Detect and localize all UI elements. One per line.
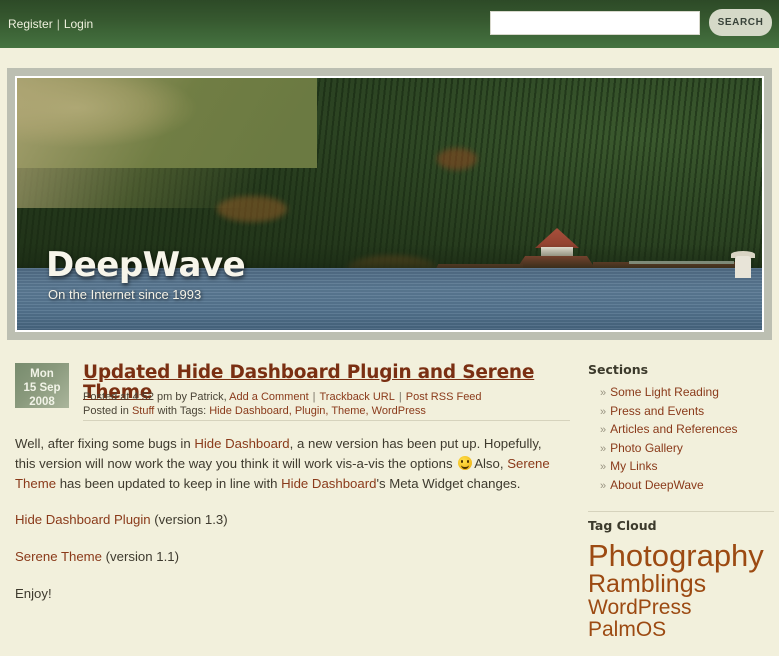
para-text: Well, after fixing some bugs in	[15, 436, 195, 451]
serene-theme-download-link[interactable]: Serene Theme	[15, 549, 102, 564]
meta-divider: |	[312, 391, 316, 403]
search-form: SEARCH	[490, 9, 772, 36]
search-button[interactable]: SEARCH	[709, 9, 772, 36]
post-date-badge: Mon 15 Sep 2008	[15, 363, 69, 408]
post-body: Well, after fixing some bugs in Hide Das…	[15, 434, 563, 621]
post-meta-line-1: Posted at 4:52 pm by Patrick, Add a Comm…	[83, 391, 482, 403]
hide-dashboard-link[interactable]: Hide Dashboard	[194, 436, 289, 451]
sections-list: » Some Light Reading » Press and Events » A…	[588, 384, 774, 495]
list-item[interactable]: » Some Light Reading	[600, 384, 774, 403]
auth-separator: |	[56, 17, 60, 31]
closing-line: Enjoy!	[15, 586, 52, 601]
post-time-author: Posted at 4:52 pm by Patrick,	[83, 391, 227, 403]
sidebar-item-press-and-events[interactable]: Press and Events	[610, 404, 704, 418]
autumn-foliage-patch	[217, 196, 287, 222]
hide-dashboard-link-2[interactable]: Hide Dashboard	[281, 476, 376, 491]
tag-wordpress[interactable]: WordPress	[588, 596, 691, 619]
meadow-blend	[17, 78, 347, 208]
login-link[interactable]: Login	[64, 17, 93, 31]
sidebar-item-some-light-reading[interactable]: Some Light Reading	[610, 385, 719, 399]
sidebar-item-photo-gallery[interactable]: Photo Gallery	[610, 441, 683, 455]
post-tags-links[interactable]: Hide Dashboard, Plugin, Theme, WordPress	[209, 405, 426, 417]
tag-cloud-widget: Tag Cloud Photography Ramblings WordPres…	[588, 511, 774, 640]
with-tags-label: with Tags:	[157, 405, 207, 417]
download-line-theme: Serene Theme (version 1.1)	[15, 547, 563, 567]
chevron-right-icon: »	[600, 442, 607, 455]
post-meta-divider	[83, 420, 570, 421]
tag-photography[interactable]: Photography	[588, 538, 764, 573]
chevron-right-icon: »	[600, 479, 607, 492]
theme-version: (version 1.1)	[102, 549, 179, 564]
para-text: Also,	[474, 456, 508, 471]
para-text: 's Meta Widget changes.	[376, 476, 521, 491]
meta-divider: |	[398, 391, 402, 403]
tag-cloud-row: Ramblings	[588, 570, 774, 598]
sections-widget-title: Sections	[588, 362, 649, 377]
tag-cloud-divider	[588, 511, 774, 512]
post-header: Mon 15 Sep 2008 Updated Hide Dashboard P…	[8, 348, 570, 421]
site-header-bar: Register | Login SEARCH	[0, 0, 779, 48]
para-text: has been updated to keep in line with	[56, 476, 282, 491]
post-rss-feed-link[interactable]: Post RSS Feed	[406, 391, 482, 403]
trackback-url-link[interactable]: Trackback URL	[319, 391, 394, 403]
list-item[interactable]: » Articles and References	[600, 421, 774, 440]
pier	[629, 261, 734, 264]
list-item[interactable]: » My Links	[600, 458, 774, 477]
sidebar-item-my-links[interactable]: My Links	[610, 459, 657, 473]
post-meta-line-2: Posted in Stuff with Tags: Hide Dashboar…	[83, 405, 426, 417]
post-date-daymonth: 15 Sep	[23, 382, 61, 394]
search-input[interactable]	[490, 10, 700, 35]
post-category-link[interactable]: Stuff	[132, 405, 154, 417]
lakeside-pavilion	[735, 256, 751, 278]
content-column: Mon 15 Sep 2008 Updated Hide Dashboard P…	[8, 348, 570, 601]
plugin-version: (version 1.3)	[150, 512, 228, 527]
sidebar-item-about-deepwave[interactable]: About DeepWave	[610, 478, 704, 492]
download-line-plugin: Hide Dashboard Plugin (version 1.3)	[15, 510, 563, 530]
tag-cloud-row: WordPress PalmOS	[588, 597, 774, 640]
auth-links: Register | Login	[8, 17, 93, 31]
chevron-right-icon: »	[600, 461, 607, 473]
hide-dashboard-plugin-link[interactable]: Hide Dashboard Plugin	[15, 512, 151, 527]
site-title: DeepWave	[46, 245, 246, 285]
post-date-year: 2008	[29, 396, 55, 408]
site-tagline: On the Internet since 1993	[48, 287, 202, 302]
tag-palmos[interactable]: PalmOS	[588, 618, 666, 641]
add-comment-link[interactable]: Add a Comment	[229, 391, 308, 403]
sections-widget: Sections » Some Light Reading » Press and …	[588, 362, 774, 495]
smiley-icon	[458, 456, 473, 470]
tag-cloud-widget-title: Tag Cloud	[588, 518, 657, 533]
list-item[interactable]: » Press and Events	[600, 403, 774, 422]
post-paragraph: Well, after fixing some bugs in Hide Das…	[15, 434, 563, 494]
tag-cloud-row: Photography	[588, 540, 774, 572]
chevron-right-icon: »	[600, 387, 607, 399]
tag-cloud-list: Photography Ramblings WordPress PalmOS	[588, 540, 774, 640]
banner-frame: DeepWave On the Internet since 1993	[7, 68, 772, 340]
list-item[interactable]: » About DeepWave	[600, 477, 774, 496]
register-link[interactable]: Register	[8, 17, 53, 31]
list-item[interactable]: » Photo Gallery	[600, 440, 774, 459]
post-date-weekday: Mon	[30, 368, 54, 380]
autumn-foliage-patch	[437, 148, 477, 170]
posted-in-label: Posted in	[83, 405, 129, 417]
banner-photo: DeepWave On the Internet since 1993	[15, 76, 764, 332]
chevron-right-icon: »	[600, 424, 607, 436]
sidebar-column: Sections » Some Light Reading » Press and …	[588, 362, 774, 656]
sidebar-item-articles-and-references[interactable]: Articles and References	[610, 422, 737, 436]
tag-ramblings[interactable]: Ramblings	[588, 570, 706, 598]
chevron-right-icon: »	[600, 405, 607, 418]
